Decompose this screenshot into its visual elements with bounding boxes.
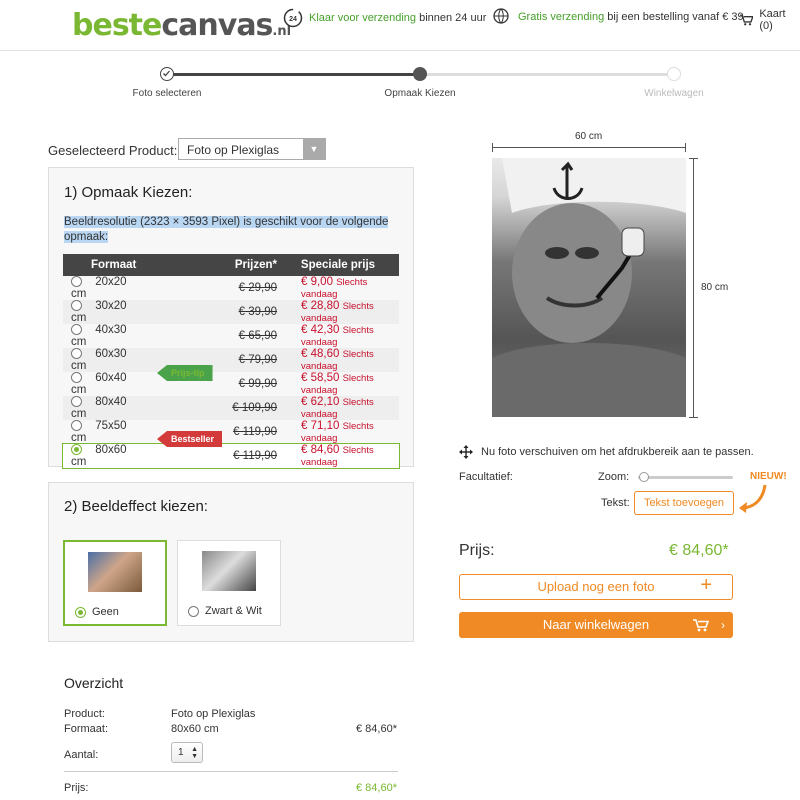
height-label: 80 cm <box>701 282 729 293</box>
table-row[interactable]: 75x50 cm € 119,90 € 71,10 Slechts vandaag <box>63 420 399 444</box>
width-dimension-line <box>492 147 686 148</box>
progress-line-todo <box>420 73 674 76</box>
radio-button[interactable] <box>71 324 82 336</box>
overview-title: Overzicht <box>64 675 124 691</box>
zoom-label: Zoom: <box>598 471 630 483</box>
new-badge: NIEUW! <box>750 471 787 482</box>
format-table: Formaat Prijzen* Speciale prijs 20x20 cm… <box>62 254 400 469</box>
resolution-text: Beeldresolutie (2323 × 3593 Pixel) is ge… <box>64 216 389 243</box>
step-done-dot[interactable] <box>160 67 174 81</box>
radio-button[interactable] <box>71 348 82 360</box>
usp-shipping-time: 24 Klaar voor verzending binnen 24 uur <box>283 8 486 28</box>
cart-icon <box>740 14 754 26</box>
product-label: Geselecteerd Product: <box>48 143 178 158</box>
step-label-photo[interactable]: Foto selecteren <box>107 88 227 99</box>
height-tick-bottom <box>689 417 698 418</box>
col-format: Formaat <box>63 254 141 276</box>
step-todo-dot <box>667 67 681 81</box>
dropdown-arrow-icon: ▼ <box>303 139 325 159</box>
check-icon <box>163 70 170 77</box>
overview-format-price: € 84,60* <box>356 723 397 735</box>
step-label-layout: Opmaak Kiezen <box>384 88 456 99</box>
price-tip-tag: Prijs-tip <box>157 365 213 381</box>
section2-title: 2) Beeldeffect kiezen: <box>64 498 208 515</box>
width-label: 60 cm <box>575 131 603 142</box>
format-table-header: Formaat Prijzen* Speciale prijs <box>63 254 399 276</box>
height-tick-top <box>689 158 698 159</box>
overview-price-value: € 84,60* <box>356 782 397 794</box>
col-special: Speciale prijs <box>277 254 399 276</box>
height-dimension-line <box>693 158 694 417</box>
overview-product-label: Product: <box>64 708 105 720</box>
col-prices <box>141 254 219 276</box>
globe-truck-icon <box>493 8 509 24</box>
width-tick-right <box>685 143 686 152</box>
header-divider <box>0 50 800 51</box>
overview-divider <box>64 771 398 772</box>
overview-qty-label: Aantal: <box>64 749 99 761</box>
zoom-slider-track[interactable] <box>638 476 733 479</box>
table-row[interactable]: 60x30 cm € 79,90 € 48,60 Slechts vandaag <box>63 348 399 372</box>
step-label-cart: Winkelwagen <box>644 88 704 99</box>
quantity-select[interactable]: 1 ▲ ▼ <box>171 742 203 763</box>
zoom-slider-handle[interactable] <box>638 472 649 482</box>
overview-product-value: Foto op Plexiglas <box>171 708 256 720</box>
table-row[interactable]: 20x20 cm € 29,90 € 9,00 Slechts vandaag <box>63 276 399 300</box>
plus-icon: + <box>700 574 712 596</box>
col-prices-label: Prijzen* <box>219 254 277 276</box>
radio-button[interactable] <box>71 396 82 408</box>
width-tick-left <box>492 143 493 152</box>
step-current-dot <box>413 67 427 81</box>
overview-format-value: 80x60 cm <box>171 723 219 735</box>
chevron-right-icon: › <box>721 618 725 632</box>
cart-icon <box>693 619 709 632</box>
24h-clock-icon: 24 <box>283 8 303 28</box>
section1-title: 1) Opmaak Kiezen: <box>64 184 193 201</box>
svg-text:24: 24 <box>289 16 297 23</box>
table-row[interactable]: 80x40 cm € 109,90 € 62,10 Slechts vandaag <box>63 396 399 420</box>
radio-button[interactable] <box>71 372 82 384</box>
photo-preview[interactable] <box>492 158 686 417</box>
text-label: Tekst: <box>601 497 630 509</box>
table-row-selected[interactable]: 80x60 cm € 119,90 € 84,60 Slechts vandaag <box>62 443 400 469</box>
usp-free-shipping: Gratis verzending bij een bestelling van… <box>492 8 744 26</box>
effect-option-none[interactable]: Geen <box>63 540 167 626</box>
price-label: Prijs: <box>459 542 495 559</box>
product-select[interactable]: Foto op Plexiglas ▼ <box>178 138 326 160</box>
bestseller-tag: Bestseller <box>157 431 223 447</box>
table-row[interactable]: 60x40 cm € 99,90 € 58,50 Slechts vandaag <box>63 372 399 396</box>
radio-button-selected[interactable] <box>71 444 82 456</box>
color-thumbnail <box>88 552 142 592</box>
radio-button[interactable] <box>71 300 82 312</box>
radio-button-selected[interactable] <box>75 606 86 618</box>
overview-format-label: Formaat: <box>64 723 109 735</box>
add-text-button[interactable]: Tekst toevoegen <box>634 491 734 515</box>
move-hint: Nu foto verschuiven om het afdrukbereik … <box>481 446 754 458</box>
overview-price-label: Prijs: <box>64 782 89 794</box>
stepper-icon: ▲ ▼ <box>191 746 198 760</box>
progress-line-done <box>167 73 420 76</box>
radio-button[interactable] <box>71 420 82 432</box>
upload-photo-button[interactable]: Upload nog een foto + <box>459 574 733 600</box>
price-value: € 84,60* <box>669 542 729 559</box>
table-row[interactable]: 40x30 cm € 65,90 € 42,30 Slechts vandaag <box>63 324 399 348</box>
go-to-cart-button[interactable]: Naar winkelwagen › <box>459 612 733 638</box>
header-cart-link[interactable]: Kaart (0) <box>740 8 800 32</box>
effect-option-bw[interactable]: Zwart & Wit <box>177 540 281 626</box>
radio-button[interactable] <box>71 276 82 288</box>
old-sailor-photo <box>492 158 686 417</box>
radio-button[interactable] <box>188 605 199 617</box>
optional-label: Facultatief: <box>459 471 513 483</box>
arrow-icon <box>739 484 767 513</box>
table-row[interactable]: 30x20 cm € 39,90 € 28,80 Slechts vandaag <box>63 300 399 324</box>
bw-thumbnail <box>202 551 256 591</box>
logo[interactable]: bestecanvas.nl <box>72 8 291 43</box>
move-icon <box>459 445 473 459</box>
